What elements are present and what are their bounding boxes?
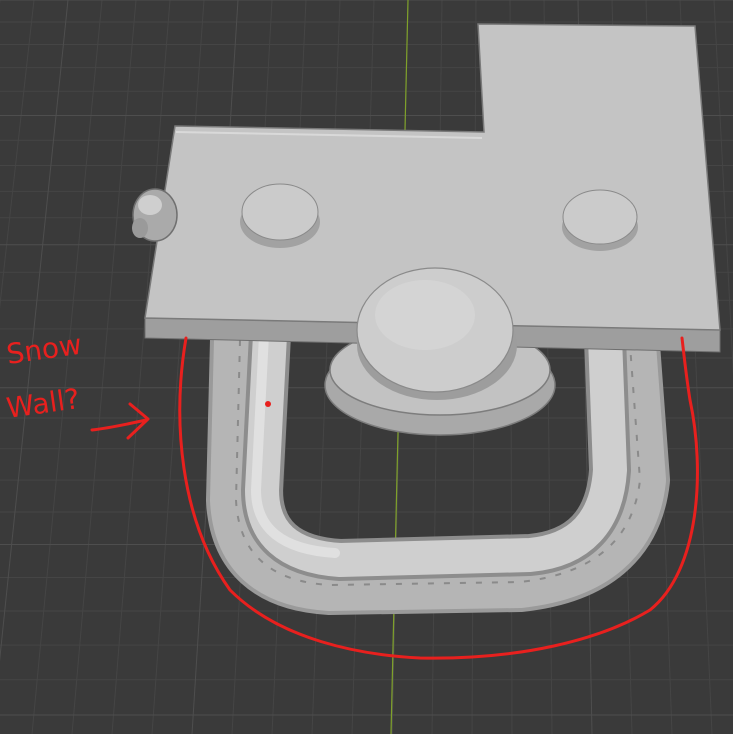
selected-vertex xyxy=(265,401,271,407)
disc-right[interactable] xyxy=(562,189,638,251)
3d-viewport[interactable]: Snow Wall? xyxy=(0,0,733,734)
left-ornament[interactable] xyxy=(132,188,178,242)
disc-center[interactable] xyxy=(356,267,517,400)
disc-left[interactable] xyxy=(240,183,320,248)
viewport-scene[interactable]: Snow Wall? xyxy=(0,0,733,734)
